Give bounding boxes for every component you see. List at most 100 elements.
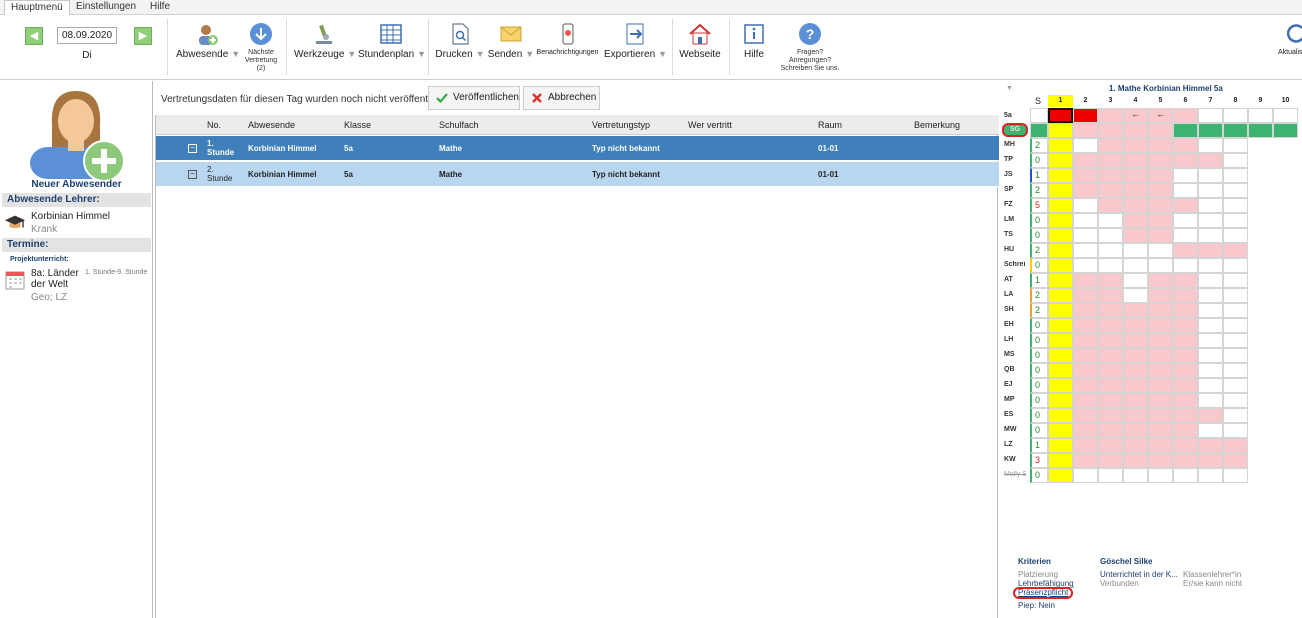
slot-cell[interactable] [1173, 453, 1198, 468]
slot-cell[interactable] [1098, 408, 1123, 423]
slot-cell[interactable] [1223, 273, 1248, 288]
teacher-code[interactable]: LH [1004, 336, 1026, 343]
absent-button[interactable]: Abwesende ▼ [176, 15, 240, 60]
slot-cell[interactable] [1173, 318, 1198, 333]
slot-cell[interactable] [1173, 153, 1198, 168]
slot-cell[interactable] [1123, 123, 1148, 138]
table-row[interactable]: − 2. Stunde Korbinian Himmel 5a Mathe Ty… [156, 162, 999, 187]
slot-cell[interactable] [1073, 198, 1098, 213]
slot-cell[interactable] [1198, 258, 1223, 273]
website-button[interactable]: Webseite [677, 15, 723, 60]
slot-cell[interactable] [1073, 423, 1098, 438]
slot-cell[interactable] [1148, 168, 1173, 183]
slot-cell[interactable] [1098, 333, 1123, 348]
print-button[interactable]: Drucken ▼ [435, 15, 485, 60]
slot-cell[interactable] [1198, 333, 1223, 348]
slot-cell[interactable] [1173, 168, 1198, 183]
slot-cell[interactable]: 0 [1030, 258, 1048, 273]
slot-cell[interactable] [1123, 333, 1148, 348]
teacher-code[interactable]: HU [1004, 246, 1026, 253]
slot-cell[interactable] [1048, 333, 1073, 348]
slot-cell[interactable]: 3 [1030, 453, 1048, 468]
slot-cell[interactable]: 0 [1030, 333, 1048, 348]
col-absent[interactable]: Abwesende [248, 120, 295, 130]
slot-cell[interactable] [1173, 108, 1198, 123]
slot-cell[interactable]: ← [1148, 108, 1173, 123]
slot-cell[interactable] [1123, 363, 1148, 378]
slot-cell[interactable]: 0 [1030, 378, 1048, 393]
slot-cell[interactable] [1223, 183, 1248, 198]
slot-cell[interactable]: 0 [1030, 468, 1048, 483]
slot-cell[interactable] [1173, 288, 1198, 303]
slot-cell[interactable] [1098, 453, 1123, 468]
slot-cell[interactable] [1098, 378, 1123, 393]
notifications-button[interactable]: Benachrichtigungen [536, 15, 599, 56]
slot-cell[interactable] [1048, 348, 1073, 363]
teacher-code[interactable]: LM [1004, 216, 1026, 223]
slot-cell[interactable] [1148, 123, 1173, 138]
slot-cell[interactable] [1198, 318, 1223, 333]
slot-cell[interactable] [1048, 378, 1073, 393]
slot-cell[interactable]: 0 [1030, 153, 1048, 168]
slot-cell[interactable] [1198, 348, 1223, 363]
teacher-code[interactable]: KW [1004, 456, 1026, 463]
teacher-code[interactable]: MP [1004, 396, 1026, 403]
slot-cell[interactable] [1123, 168, 1148, 183]
slot-cell[interactable] [1073, 453, 1098, 468]
slot-cell[interactable] [1223, 363, 1248, 378]
tab-einstellungen[interactable]: Einstellungen [70, 0, 142, 15]
teacher-code[interactable]: MW [1004, 426, 1026, 433]
slot-cell[interactable] [1123, 318, 1148, 333]
slot-cell[interactable]: 2 [1030, 138, 1048, 153]
slot-cell[interactable] [1173, 258, 1198, 273]
slot-cell[interactable] [1173, 438, 1198, 453]
slot-cell[interactable] [1148, 453, 1173, 468]
slot-cell[interactable] [1048, 438, 1073, 453]
slot-cell[interactable] [1123, 468, 1148, 483]
slot-cell[interactable] [1223, 438, 1248, 453]
slot-cell[interactable] [1123, 198, 1148, 213]
teacher-code[interactable]: Schrei [1004, 261, 1026, 268]
slot-cell[interactable] [1073, 333, 1098, 348]
slot-cell[interactable] [1148, 438, 1173, 453]
slot-cell[interactable] [1098, 318, 1123, 333]
slot-cell[interactable]: 0 [1030, 363, 1048, 378]
slot-cell[interactable] [1198, 183, 1223, 198]
slot-cell[interactable] [1148, 303, 1173, 318]
slot-cell[interactable] [1173, 348, 1198, 363]
slot-cell[interactable] [1223, 108, 1248, 123]
slot-cell[interactable] [1148, 348, 1173, 363]
slot-cell[interactable] [1148, 288, 1173, 303]
slot-cell[interactable] [1198, 108, 1223, 123]
teacher-code[interactable]: JS [1004, 171, 1026, 178]
slot-cell[interactable] [1173, 378, 1198, 393]
slot-cell[interactable] [1173, 363, 1198, 378]
slot-cell[interactable] [1123, 273, 1148, 288]
slot-cell[interactable] [1073, 288, 1098, 303]
slot-cell[interactable] [1223, 153, 1248, 168]
teacher-code[interactable]: EJ [1004, 381, 1026, 388]
teacher-code[interactable]: Molly S [1004, 471, 1026, 478]
slot-cell[interactable] [1098, 423, 1123, 438]
slot-cell[interactable] [1098, 108, 1123, 123]
slot-cell[interactable] [1123, 258, 1148, 273]
slot-cell[interactable] [1073, 168, 1098, 183]
slot-cell[interactable] [1073, 363, 1098, 378]
slot-cell[interactable] [1198, 138, 1223, 153]
slot-cell[interactable] [1048, 423, 1073, 438]
slot-cell[interactable] [1148, 423, 1173, 438]
teacher-code[interactable]: TP [1004, 156, 1026, 163]
slot-cell[interactable] [1048, 243, 1073, 258]
teacher-code[interactable]: AT [1004, 276, 1026, 283]
slot-cell[interactable] [1123, 288, 1148, 303]
slot-cell[interactable] [1098, 228, 1123, 243]
slot-cell[interactable] [1148, 153, 1173, 168]
slot-cell[interactable]: 0 [1030, 348, 1048, 363]
slot-cell[interactable] [1098, 363, 1123, 378]
slot-cell[interactable] [1223, 468, 1248, 483]
slot-cell[interactable] [1098, 243, 1123, 258]
timetable-button[interactable]: Stundenplan ▼ [358, 15, 426, 60]
slot-cell[interactable] [1223, 138, 1248, 153]
slot-cell[interactable] [1048, 408, 1073, 423]
slot-cell[interactable] [1173, 273, 1198, 288]
